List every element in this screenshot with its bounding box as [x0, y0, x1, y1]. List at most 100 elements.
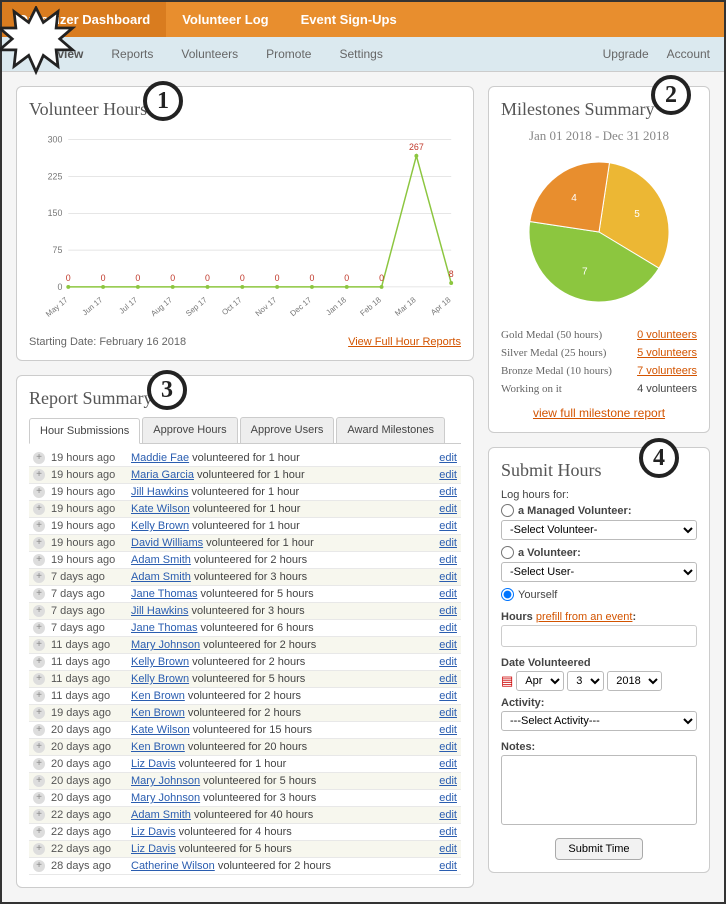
submission-user-link[interactable]: Adam Smith	[131, 571, 191, 583]
submission-edit-link[interactable]: edit	[439, 792, 457, 804]
expand-icon[interactable]: +	[33, 826, 45, 838]
submission-user-link[interactable]: Adam Smith	[131, 809, 191, 821]
calendar-icon[interactable]: ▤	[501, 673, 513, 689]
date-month-select[interactable]: Apr	[516, 671, 564, 691]
submission-user-link[interactable]: Ken Brown	[131, 690, 185, 702]
select-volunteer[interactable]: -Select User-	[501, 562, 697, 582]
expand-icon[interactable]: +	[33, 809, 45, 821]
expand-icon[interactable]: +	[33, 537, 45, 549]
expand-icon[interactable]: +	[33, 639, 45, 651]
milestone-count-link[interactable]: 7 volunteers	[637, 365, 697, 377]
expand-icon[interactable]: +	[33, 656, 45, 668]
submission-edit-link[interactable]: edit	[439, 707, 457, 719]
submission-user-link[interactable]: Liz Davis	[131, 826, 176, 838]
submission-user-link[interactable]: Maria Garcia	[131, 469, 194, 481]
submission-user-link[interactable]: Ken Brown	[131, 707, 185, 719]
subnav-upgrade[interactable]: Upgrade	[603, 47, 649, 61]
submit-time-button[interactable]: Submit Time	[555, 838, 642, 860]
submission-edit-link[interactable]: edit	[439, 503, 457, 515]
tab-approve-hours[interactable]: Approve Hours	[142, 417, 237, 443]
subnav-volunteers[interactable]: Volunteers	[167, 37, 252, 71]
expand-icon[interactable]: +	[33, 843, 45, 855]
submission-edit-link[interactable]: edit	[439, 469, 457, 481]
submission-user-link[interactable]: Liz Davis	[131, 843, 176, 855]
submission-user-link[interactable]: Jill Hawkins	[131, 605, 188, 617]
expand-icon[interactable]: +	[33, 503, 45, 515]
submission-user-link[interactable]: Jane Thomas	[131, 622, 197, 634]
expand-icon[interactable]: +	[33, 775, 45, 787]
submission-edit-link[interactable]: edit	[439, 571, 457, 583]
nav-volunteer-log[interactable]: Volunteer Log	[166, 2, 284, 37]
submission-user-link[interactable]: Adam Smith	[131, 554, 191, 566]
submission-edit-link[interactable]: edit	[439, 605, 457, 617]
submission-user-link[interactable]: Mary Johnson	[131, 639, 200, 651]
subnav-promote[interactable]: Promote	[252, 37, 325, 71]
expand-icon[interactable]: +	[33, 469, 45, 481]
view-full-milestone-link[interactable]: view full milestone report	[533, 406, 665, 420]
prefill-event-link[interactable]: prefill from an event	[536, 611, 633, 623]
submission-user-link[interactable]: Mary Johnson	[131, 792, 200, 804]
submission-edit-link[interactable]: edit	[439, 452, 457, 464]
expand-icon[interactable]: +	[33, 486, 45, 498]
expand-icon[interactable]: +	[33, 622, 45, 634]
expand-icon[interactable]: +	[33, 520, 45, 532]
expand-icon[interactable]: +	[33, 758, 45, 770]
submission-edit-link[interactable]: edit	[439, 809, 457, 821]
submission-user-link[interactable]: Jane Thomas	[131, 588, 197, 600]
milestone-count-link[interactable]: 0 volunteers	[637, 329, 697, 341]
submission-edit-link[interactable]: edit	[439, 724, 457, 736]
submission-user-link[interactable]: Maddie Fae	[131, 452, 189, 464]
submission-user-link[interactable]: Kate Wilson	[131, 724, 190, 736]
submission-edit-link[interactable]: edit	[439, 860, 457, 872]
submission-user-link[interactable]: Liz Davis	[131, 758, 176, 770]
submission-edit-link[interactable]: edit	[439, 775, 457, 787]
subnav-account[interactable]: Account	[667, 47, 710, 61]
expand-icon[interactable]: +	[33, 588, 45, 600]
submission-user-link[interactable]: Kate Wilson	[131, 503, 190, 515]
subnav-settings[interactable]: Settings	[325, 37, 396, 71]
submission-edit-link[interactable]: edit	[439, 520, 457, 532]
expand-icon[interactable]: +	[33, 690, 45, 702]
submission-user-link[interactable]: Mary Johnson	[131, 775, 200, 787]
notes-textarea[interactable]	[501, 755, 697, 825]
radio-yourself[interactable]	[501, 588, 514, 601]
tab-hour-submissions[interactable]: Hour Submissions	[29, 418, 140, 444]
submission-edit-link[interactable]: edit	[439, 537, 457, 549]
submission-user-link[interactable]: David Williams	[131, 537, 203, 549]
submission-user-link[interactable]: Catherine Wilson	[131, 860, 215, 872]
submission-edit-link[interactable]: edit	[439, 588, 457, 600]
milestone-count-link[interactable]: 5 volunteers	[637, 347, 697, 359]
submission-edit-link[interactable]: edit	[439, 741, 457, 753]
submission-edit-link[interactable]: edit	[439, 622, 457, 634]
submission-edit-link[interactable]: edit	[439, 843, 457, 855]
expand-icon[interactable]: +	[33, 741, 45, 753]
expand-icon[interactable]: +	[33, 860, 45, 872]
expand-icon[interactable]: +	[33, 452, 45, 464]
view-full-hour-reports-link[interactable]: View Full Hour Reports	[348, 336, 461, 348]
submission-edit-link[interactable]: edit	[439, 673, 457, 685]
nav-event-signups[interactable]: Event Sign-Ups	[285, 2, 413, 37]
submission-user-link[interactable]: Jill Hawkins	[131, 486, 188, 498]
select-activity[interactable]: ---Select Activity---	[501, 711, 697, 731]
date-day-select[interactable]: 3	[567, 671, 604, 691]
submission-user-link[interactable]: Kelly Brown	[131, 673, 189, 685]
submission-user-link[interactable]: Kelly Brown	[131, 520, 189, 532]
expand-icon[interactable]: +	[33, 673, 45, 685]
submission-user-link[interactable]: Kelly Brown	[131, 656, 189, 668]
expand-icon[interactable]: +	[33, 724, 45, 736]
submission-edit-link[interactable]: edit	[439, 486, 457, 498]
expand-icon[interactable]: +	[33, 554, 45, 566]
radio-volunteer[interactable]	[501, 546, 514, 559]
submission-edit-link[interactable]: edit	[439, 639, 457, 651]
submission-edit-link[interactable]: edit	[439, 656, 457, 668]
submission-edit-link[interactable]: edit	[439, 826, 457, 838]
date-year-select[interactable]: 2018	[607, 671, 662, 691]
subnav-reports[interactable]: Reports	[97, 37, 167, 71]
select-managed-volunteer[interactable]: -Select Volunteer-	[501, 520, 697, 540]
tab-approve-users[interactable]: Approve Users	[240, 417, 335, 443]
submission-user-link[interactable]: Ken Brown	[131, 741, 185, 753]
expand-icon[interactable]: +	[33, 571, 45, 583]
expand-icon[interactable]: +	[33, 605, 45, 617]
submission-edit-link[interactable]: edit	[439, 690, 457, 702]
hours-input[interactable]	[501, 625, 697, 647]
